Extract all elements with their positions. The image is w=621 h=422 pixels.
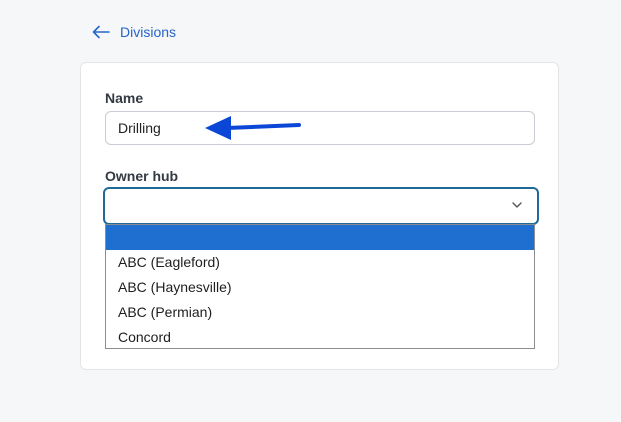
dropdown-option[interactable]: ABC (Haynesville) [106, 275, 534, 300]
name-label: Name [105, 90, 144, 106]
owner-hub-label: Owner hub [105, 168, 179, 184]
owner-hub-dropdown: ABC (Eagleford) ABC (Haynesville) ABC (P… [105, 224, 535, 349]
arrow-left-icon [92, 25, 110, 39]
dropdown-option-empty[interactable] [106, 225, 534, 250]
annotation-arrow-icon [205, 116, 301, 140]
back-to-divisions-link[interactable]: Divisions [92, 24, 176, 40]
owner-hub-select[interactable] [103, 187, 539, 225]
name-input[interactable] [105, 111, 535, 145]
back-link-label: Divisions [120, 24, 177, 40]
chevron-down-icon [512, 202, 522, 208]
dropdown-option[interactable]: ABC (Eagleford) [106, 250, 534, 275]
dropdown-option[interactable]: Concord [106, 325, 534, 350]
dropdown-option[interactable]: ABC (Permian) [106, 300, 534, 325]
